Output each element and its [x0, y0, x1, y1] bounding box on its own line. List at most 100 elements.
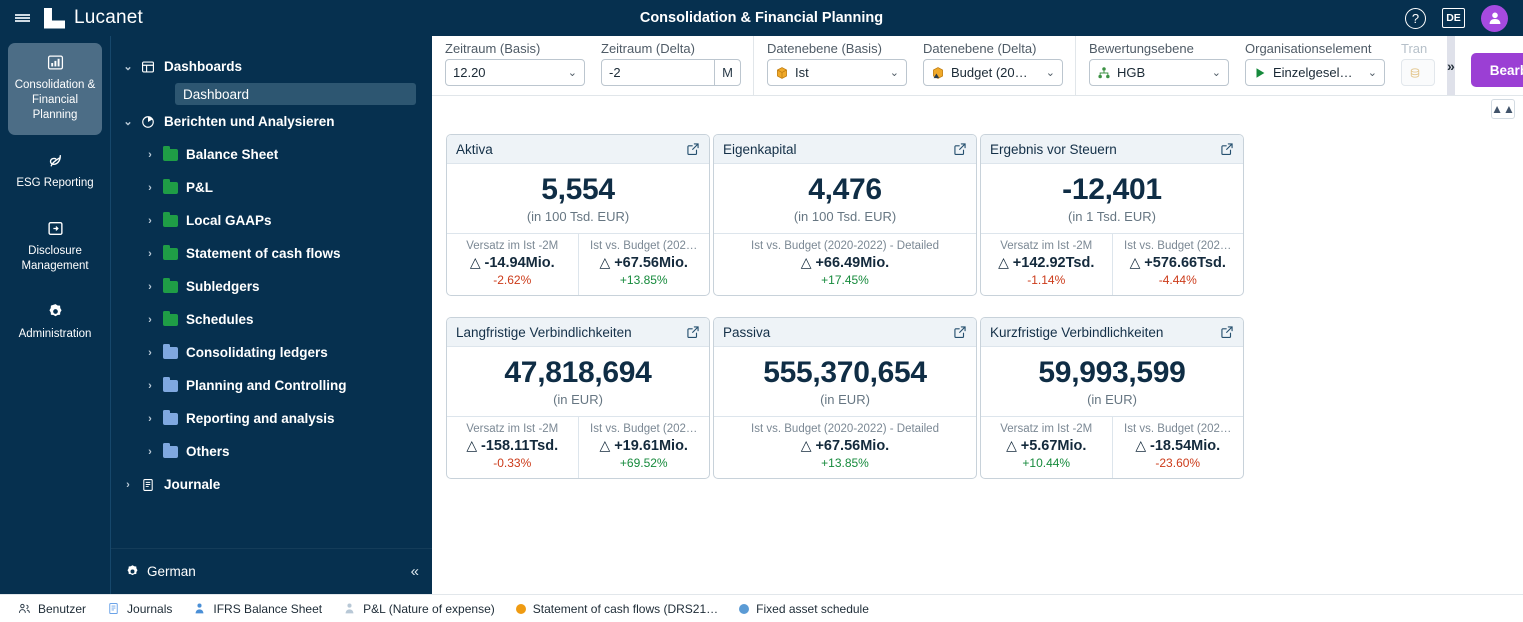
open-in-new-icon[interactable]	[1220, 142, 1234, 156]
gear-icon	[48, 303, 62, 316]
app-rail: Consolidation & Financial Planning ESG Re…	[0, 36, 110, 594]
tree-footer: German «	[111, 548, 432, 594]
chevron-down-icon[interactable]: ⌄	[119, 115, 137, 128]
chevron-down-icon[interactable]: ⌄	[1046, 66, 1055, 79]
chevron-right-icon[interactable]: ›	[141, 413, 159, 425]
kpi-comparison-percent: -4.44%	[1158, 273, 1197, 287]
tree-item-statement-of-cash-flows[interactable]: › Statement of cash flows	[111, 237, 432, 270]
language-button[interactable]: DE	[1442, 8, 1465, 28]
kpi-comparison-delta-value: -14.94Mio.	[484, 255, 555, 271]
status-item-ifrs-balance-sheet[interactable]: IFRS Balance Sheet	[186, 602, 329, 616]
chevron-down-icon[interactable]: ⌄	[1212, 66, 1221, 79]
select-value-zeitraum-basis: 12.20	[453, 65, 486, 80]
navigation-tree-panel: ⌄ Dashboards Dashboard ⌄ Berichten und Analy…	[110, 36, 432, 594]
chevron-right-icon[interactable]: ›	[141, 314, 159, 326]
folder-icon	[162, 178, 178, 194]
kpi-comparison-delta-value: +142.92Tsd.	[1012, 255, 1095, 271]
open-in-new-icon[interactable]	[953, 325, 967, 339]
open-in-new-icon[interactable]	[1220, 325, 1234, 339]
tree-item-dashboard[interactable]: Dashboard	[175, 83, 416, 105]
kpi-comparison: Ist vs. Budget (202… △ +576.66Tsd. -4.44%	[1111, 234, 1244, 295]
chevron-right-icon[interactable]: ›	[141, 149, 159, 161]
collapse-filters-button[interactable]: ▲▲	[1491, 99, 1515, 119]
select-transaktionswaehrung[interactable]	[1401, 59, 1435, 86]
kpi-comparison-label: Ist vs. Budget (202…	[1124, 240, 1232, 252]
person-icon	[345, 603, 354, 614]
rail-item-esg-reporting[interactable]: ESG Reporting	[8, 141, 102, 203]
chevron-down-icon[interactable]: ⌄	[890, 66, 899, 79]
open-in-new-icon[interactable]	[953, 142, 967, 156]
open-in-new-icon[interactable]	[686, 325, 700, 339]
tree-item-consolidating-ledgers[interactable]: › Consolidating ledgers	[111, 336, 432, 369]
unit-toggle-zeitraum-delta[interactable]: M	[714, 60, 740, 85]
chevron-right-icon[interactable]: ›	[141, 380, 159, 392]
help-icon[interactable]: ?	[1405, 7, 1426, 29]
open-in-new-icon[interactable]	[686, 142, 700, 156]
avatar[interactable]	[1481, 4, 1508, 32]
tree-item-balance-sheet[interactable]: › Balance Sheet	[111, 138, 432, 171]
select-organisationselement[interactable]: Einzelgesel… ⌄	[1245, 59, 1385, 86]
chevron-right-icon[interactable]: ›	[141, 182, 159, 194]
chevron-right-icon[interactable]: ›	[141, 281, 159, 293]
status-item-journals[interactable]: Journals	[100, 602, 179, 616]
rail-item-administration[interactable]: Administration	[8, 292, 102, 354]
tree-item-others[interactable]: › Others	[111, 435, 432, 468]
tree-item-dashboards[interactable]: ⌄ Dashboards	[111, 50, 432, 83]
edit-button[interactable]: Bearbeiten	[1470, 53, 1523, 87]
tree-item-label: Consolidating ledgers	[186, 345, 328, 360]
kpi-comparison-delta: △ +19.61Mio.	[583, 435, 706, 454]
chevron-right-icon[interactable]: ›	[119, 479, 137, 491]
tree-item-berichten-und-analysieren[interactable]: ⌄ Berichten und Analysieren	[111, 105, 432, 138]
input-zeitraum-delta[interactable]: -2 M	[601, 59, 741, 86]
kpi-card: Aktiva 5,554 (in 100 Tsd. EUR) Versatz im I…	[446, 134, 710, 296]
tree-item-label: Berichten und Analysieren	[164, 114, 335, 129]
kpi-card-header: Passiva	[714, 318, 976, 347]
delta-triangle-icon: △	[1135, 437, 1151, 453]
tree-item-journale[interactable]: › Journale	[111, 468, 432, 501]
filter-organisationselement: Organisationselement Einzelgesel… ⌄	[1245, 41, 1385, 95]
top-bar: Lucanet Consolidation & Financial Planni…	[0, 0, 1523, 36]
tree-item-schedules[interactable]: › Schedules	[111, 303, 432, 336]
tree-item-label: Reporting and analysis	[186, 411, 335, 426]
chevron-down-icon[interactable]: ⌄	[119, 60, 137, 73]
tree-item-reporting-and-analysis[interactable]: › Reporting and analysis	[111, 402, 432, 435]
status-item-p-l-nature-of-expense[interactable]: P&L (Nature of expense)	[336, 602, 502, 616]
select-bewertungsebene[interactable]: HGB ⌄	[1089, 59, 1229, 86]
kpi-comparison-delta-value: +67.56Mio.	[815, 438, 890, 454]
chevron-double-left-icon[interactable]: «	[411, 563, 419, 580]
status-item-fixed-asset-schedule[interactable]: Fixed asset schedule	[732, 602, 876, 616]
bar-chart-icon	[47, 54, 63, 70]
tree-item-label: Dashboard	[183, 86, 250, 102]
status-item-benutzer[interactable]: Benutzer	[11, 602, 93, 616]
tree-item-label: Statement of cash flows	[186, 246, 341, 261]
select-value-bewertungsebene: HGB	[1117, 65, 1146, 80]
status-item-statement-of-cash-flows-drs21[interactable]: Statement of cash flows (DRS21…	[509, 602, 725, 616]
kpi-comparison: Ist vs. Budget (202… △ -18.54Mio. -23.60%	[1111, 417, 1244, 478]
cube-alert-icon	[933, 66, 943, 79]
tree-item-planning-and-controlling[interactable]: › Planning and Controlling	[111, 369, 432, 402]
chevron-right-icon[interactable]: ›	[141, 248, 159, 260]
filter-group-1: Datenebene (Basis) Ist ⌄ Datenebene (Delta)…	[754, 36, 1076, 95]
chevron-right-icon[interactable]: ›	[141, 347, 159, 359]
input-value-zeitraum-delta[interactable]: -2	[602, 65, 714, 80]
chevron-right-icon[interactable]: ›	[141, 215, 159, 227]
filter-zeitraum-basis: Zeitraum (Basis) 12.20 ⌄	[445, 41, 585, 95]
chevron-down-icon[interactable]: ⌄	[568, 66, 577, 79]
tree-item-label: Subledgers	[186, 279, 260, 294]
chevron-right-icon[interactable]: ›	[141, 446, 159, 458]
select-datenebene-basis[interactable]: Ist ⌄	[767, 59, 907, 86]
tree-item-p-l[interactable]: › P&L	[111, 171, 432, 204]
select-datenebene-delta[interactable]: Budget (20… ⌄	[923, 59, 1063, 86]
folder-icon	[162, 343, 178, 359]
select-zeitraum-basis[interactable]: 12.20 ⌄	[445, 59, 585, 86]
select-value-datenebene-basis: Ist	[795, 65, 809, 80]
rail-item-consolidation-financial-planning[interactable]: Consolidation & Financial Planning	[8, 43, 102, 135]
kpi-comparison: Ist vs. Budget (202… △ +67.56Mio. +13.85%	[577, 234, 710, 295]
hamburger-menu-icon[interactable]	[0, 0, 44, 36]
filter-expand-button[interactable]: »	[1447, 36, 1455, 95]
top-bar-actions: ? DE	[1405, 4, 1523, 32]
tree-item-local-gaaps[interactable]: › Local GAAPs	[111, 204, 432, 237]
chevron-down-icon[interactable]: ⌄	[1368, 66, 1377, 79]
tree-item-subledgers[interactable]: › Subledgers	[111, 270, 432, 303]
rail-item-disclosure-management[interactable]: Disclosure Management	[8, 209, 102, 286]
